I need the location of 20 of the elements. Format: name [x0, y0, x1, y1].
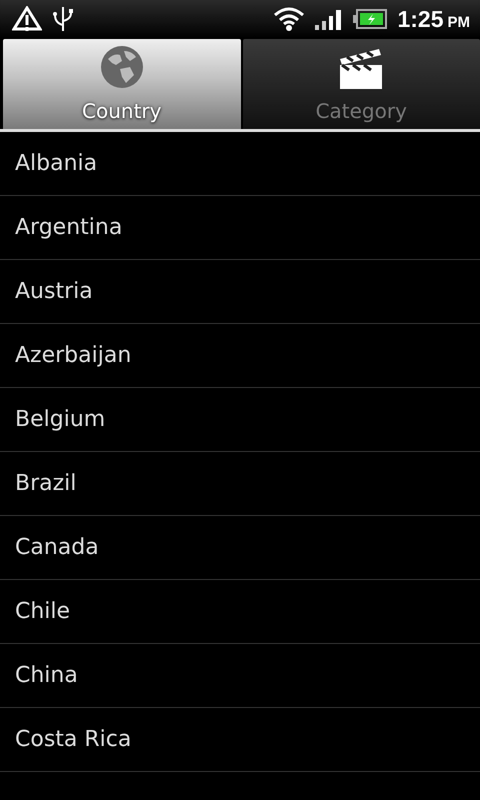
- country-item[interactable]: China: [15, 663, 78, 688]
- tab[interactable]: Category: [242, 39, 480, 129]
- clock-time: 1:25: [397, 6, 444, 32]
- country-item[interactable]: Austria: [15, 279, 93, 304]
- country-item[interactable]: Brazil: [15, 471, 76, 496]
- country-item[interactable]: Belgium: [15, 407, 106, 432]
- country-item[interactable]: Argentina: [15, 215, 122, 240]
- signal-icon: [315, 8, 344, 30]
- clock-period: PM: [448, 14, 470, 30]
- battery-icon: [353, 9, 388, 29]
- country-item[interactable]: Costa Rica: [15, 727, 132, 752]
- usb-icon: [52, 5, 74, 33]
- country-item[interactable]: Albania: [15, 151, 98, 176]
- country-item[interactable]: Chile: [15, 599, 70, 624]
- globe-icon: [100, 45, 144, 89]
- country-item[interactable]: Canada: [15, 535, 99, 560]
- warning-icon: [12, 6, 42, 32]
- wifi-icon: [273, 6, 306, 32]
- country-item[interactable]: Azerbaijan: [15, 343, 132, 368]
- clapperboard-icon: [339, 47, 384, 89]
